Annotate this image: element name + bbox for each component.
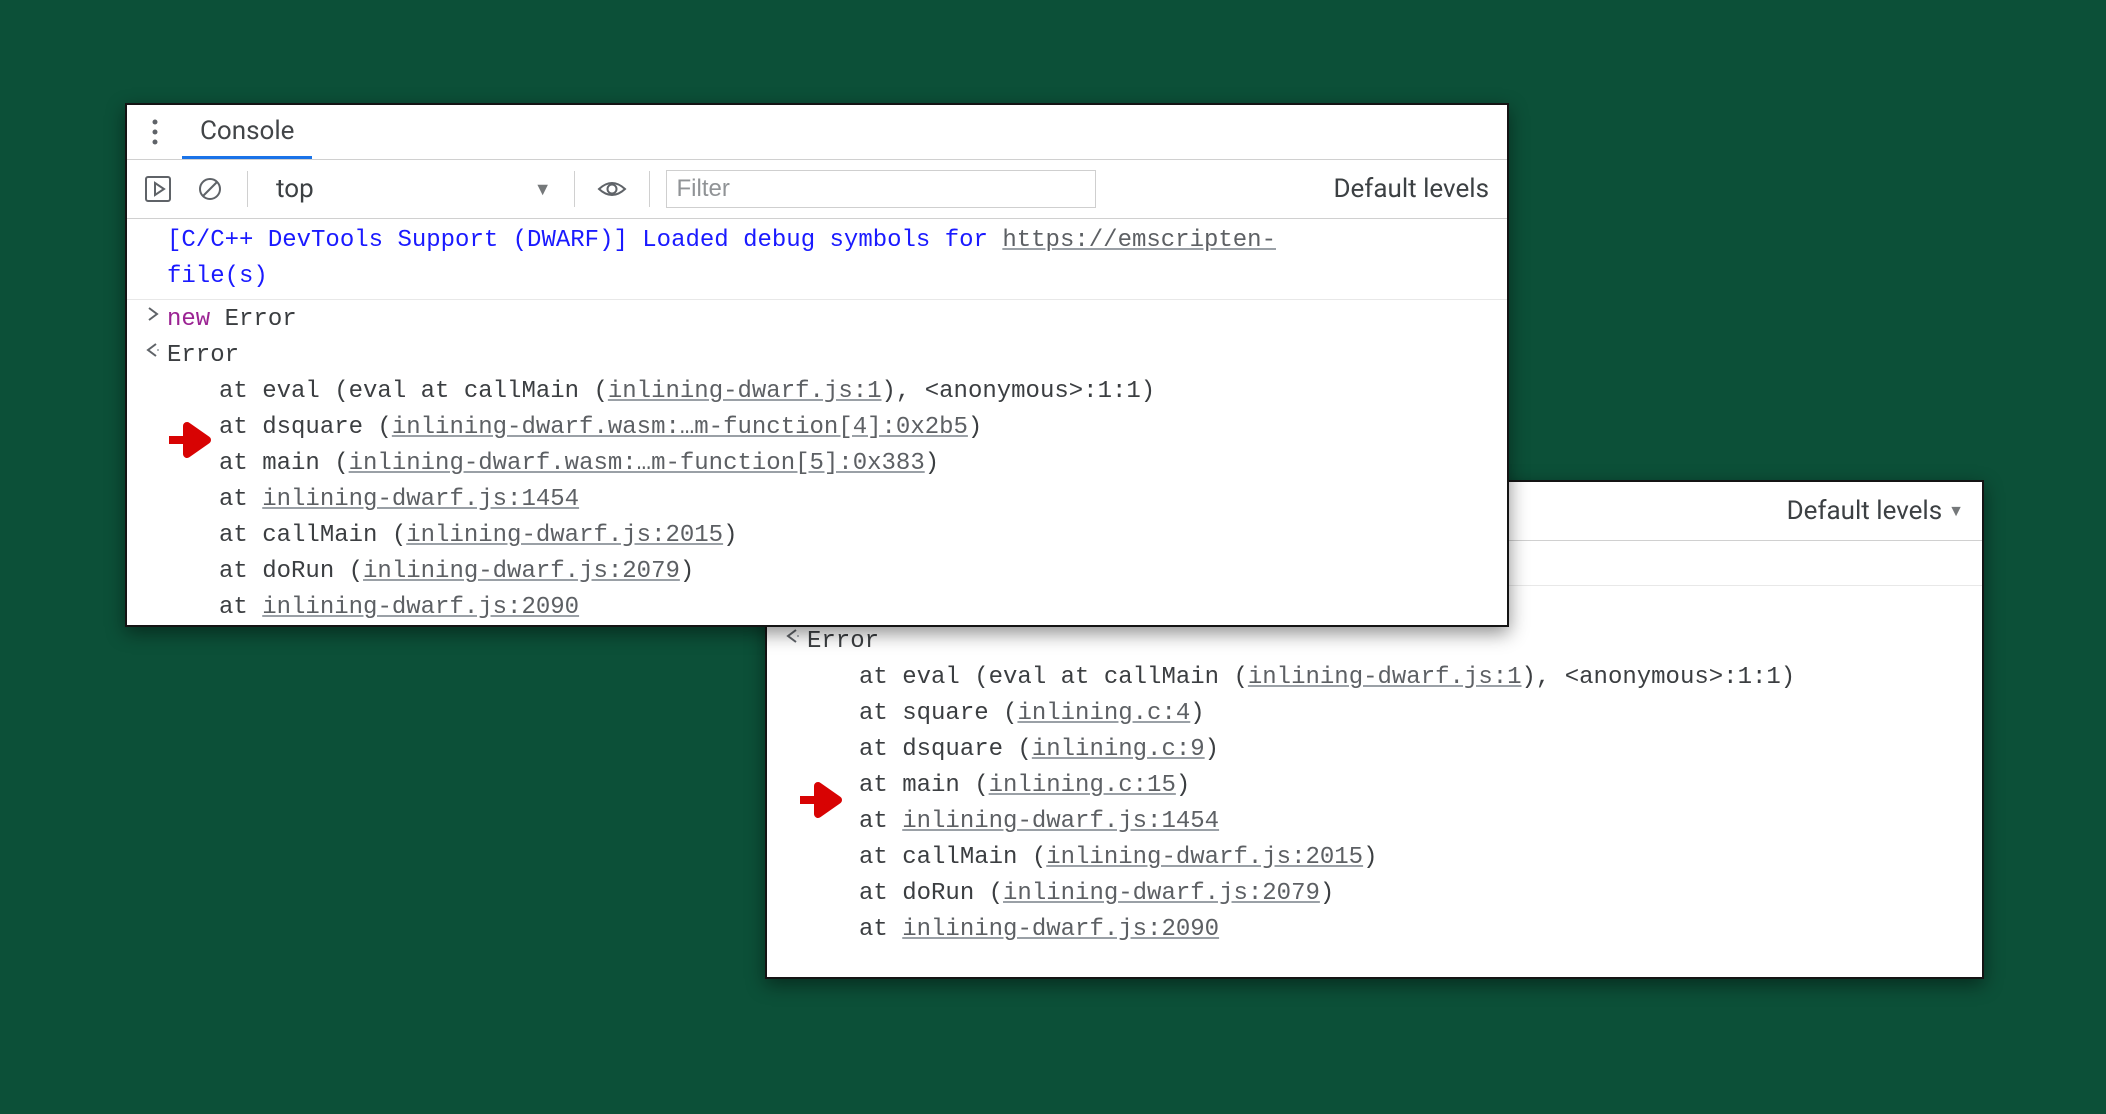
source-link[interactable]: inlining-dwarf.js:2079 [363, 558, 680, 585]
log-levels-select[interactable]: Default levels ▼ [1787, 496, 1972, 526]
console-input-row: new Error [127, 302, 1507, 338]
source-link[interactable]: inlining-dwarf.js:2090 [902, 916, 1219, 943]
stack-frame: at square (inlining.c:4) [767, 696, 1982, 732]
chevron-down-icon: ▼ [534, 179, 552, 200]
source-link[interactable]: inlining-dwarf.js:1 [608, 378, 882, 405]
output-chevron-icon [779, 624, 807, 660]
console-output-row[interactable]: Error [127, 338, 1507, 374]
source-link[interactable]: inlining-dwarf.js:1454 [902, 808, 1219, 835]
execution-play-icon[interactable] [137, 168, 179, 210]
stack-frame: at main (inlining-dwarf.wasm:…m-function… [127, 446, 1507, 482]
info-link[interactable]: https://emscripten- [1002, 227, 1276, 254]
console-toolbar: top ▼ Default levels [127, 160, 1507, 219]
stack-frame: at inlining-dwarf.js:1454 [767, 804, 1982, 840]
stack-frame: at inlining-dwarf.js:1454 [127, 482, 1507, 518]
stack-frame: at dsquare (inlining.c:9) [767, 732, 1982, 768]
filter-input[interactable] [666, 170, 1096, 208]
error-head: Error [807, 624, 1970, 660]
tab-label: Console [200, 116, 294, 146]
output-chevron-icon [139, 338, 167, 374]
more-menu-icon[interactable] [127, 119, 182, 145]
source-link[interactable]: inlining-dwarf.js:2079 [1003, 880, 1320, 907]
log-levels-label: Default levels [1333, 174, 1489, 204]
stack-frame: at inlining-dwarf.js:2090 [127, 590, 1507, 626]
stack-frame: at eval (eval at callMain (inlining-dwar… [767, 660, 1982, 696]
console-messages: [C/C++ DevTools Support (DWARF)] Loaded … [127, 219, 1507, 627]
input-code: new Error [167, 302, 1495, 338]
stack-frame: at doRun (inlining-dwarf.js:2079) [767, 876, 1982, 912]
toolbar-separator [574, 171, 575, 207]
stack-frame: at callMain (inlining-dwarf.js:2015) [767, 840, 1982, 876]
stack-frame: at callMain (inlining-dwarf.js:2015) [127, 518, 1507, 554]
stack-frame: at dsquare (inlining-dwarf.wasm:…m-funct… [127, 410, 1507, 446]
console-output-row[interactable]: Error [767, 624, 1982, 660]
source-link[interactable]: inlining.c:4 [1017, 700, 1190, 727]
tab-console[interactable]: Console [182, 105, 312, 159]
stack-frame: at doRun (inlining-dwarf.js:2079) [127, 554, 1507, 590]
source-link[interactable]: inlining-dwarf.js:1 [1248, 664, 1522, 691]
source-link[interactable]: inlining.c:15 [989, 772, 1176, 799]
source-link[interactable]: inlining.c:9 [1032, 736, 1205, 763]
toolbar-separator [247, 171, 248, 207]
stack-frame: at main (inlining.c:15) [767, 768, 1982, 804]
source-link[interactable]: inlining-dwarf.js:2015 [406, 522, 723, 549]
toolbar-separator [649, 171, 650, 207]
context-value: top [276, 174, 314, 204]
source-link[interactable]: inlining-dwarf.js:2015 [1046, 844, 1363, 871]
source-link[interactable]: inlining-dwarf.js:2090 [262, 594, 579, 621]
error-head: Error [167, 338, 1495, 374]
info-text: [C/C++ DevTools Support (DWARF)] Loaded … [167, 223, 1495, 295]
row-gutter [139, 223, 167, 295]
chevron-down-icon: ▼ [1948, 501, 1964, 521]
input-chevron-icon [139, 302, 167, 338]
context-select[interactable]: top ▼ [264, 169, 558, 209]
stack-frame: at inlining-dwarf.js:2090 [767, 912, 1982, 948]
clear-console-icon[interactable] [189, 168, 231, 210]
source-link[interactable]: inlining-dwarf.wasm:…m-function[4]:0x2b5 [392, 414, 968, 441]
log-levels-label: Default levels [1787, 496, 1943, 526]
console-info-row: [C/C++ DevTools Support (DWARF)] Loaded … [127, 223, 1507, 300]
devtools-tabstrip: Console [127, 105, 1507, 160]
source-link[interactable]: inlining-dwarf.js:1454 [262, 486, 579, 513]
stack-frame: at eval (eval at callMain (inlining-dwar… [127, 374, 1507, 410]
live-expression-eye-icon[interactable] [591, 168, 633, 210]
log-levels-select[interactable]: Default levels [1333, 174, 1497, 204]
devtools-console-panel-before: Console top ▼ Default levels [C/C++ DevT… [125, 103, 1509, 627]
source-link[interactable]: inlining-dwarf.wasm:…m-function[5]:0x383 [349, 450, 925, 477]
